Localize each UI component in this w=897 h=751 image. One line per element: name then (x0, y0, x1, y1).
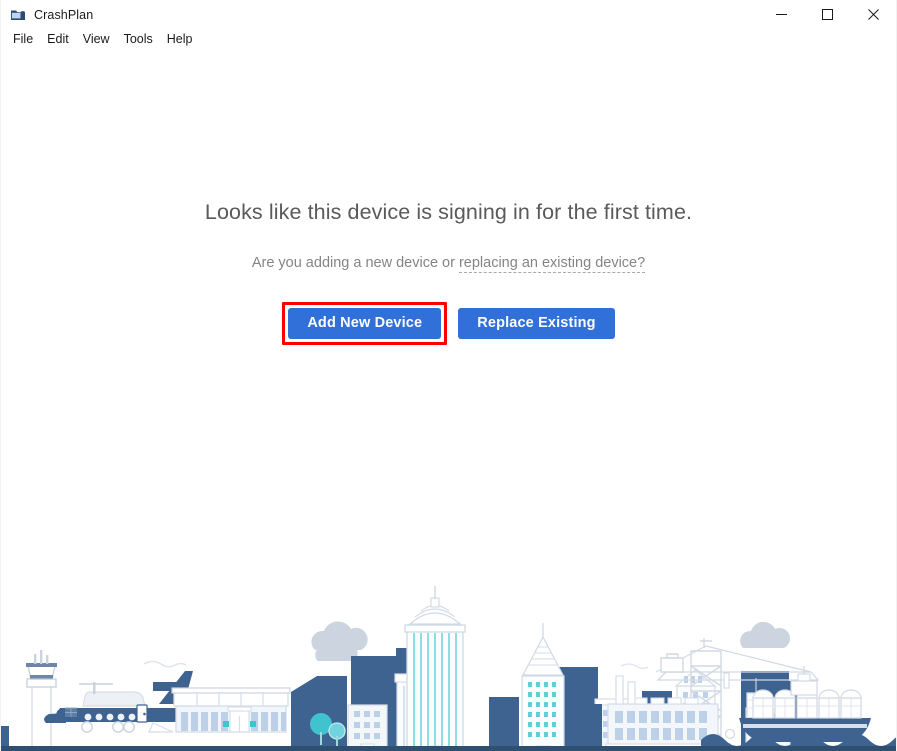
first-time-signin-panel: Looks like this device is signing in for… (1, 50, 896, 345)
action-button-row: Add New Device Replace Existing (1, 273, 896, 345)
cloud-icon (740, 622, 790, 648)
close-button[interactable] (850, 0, 896, 29)
menu-item-edit[interactable]: Edit (40, 30, 76, 49)
menu-item-file[interactable]: File (6, 30, 40, 49)
control-tower (26, 650, 57, 750)
minimize-button[interactable] (758, 0, 804, 29)
city-skyline-illustration (1, 586, 896, 751)
replacing-existing-device-link[interactable]: replacing an existing device? (459, 255, 645, 273)
cloud-icon (311, 621, 367, 650)
add-new-device-highlight: Add New Device (282, 302, 447, 345)
window-controls (758, 0, 896, 29)
ground-line (1, 746, 896, 751)
maximize-button[interactable] (804, 0, 850, 29)
menu-item-help[interactable]: Help (160, 30, 200, 49)
ground-block (593, 704, 602, 751)
menu-item-view[interactable]: View (76, 30, 117, 49)
title-bar: CrashPlan (1, 0, 896, 29)
menu-bar: File Edit View Tools Help (1, 29, 896, 50)
airport-terminal (172, 688, 290, 732)
skyscraper (405, 586, 465, 751)
menu-item-tools[interactable]: Tools (117, 30, 160, 49)
office-building (348, 705, 387, 751)
page-title: Looks like this device is signing in for… (1, 50, 896, 226)
add-new-device-button[interactable]: Add New Device (288, 308, 441, 339)
replace-existing-button[interactable]: Replace Existing (458, 308, 614, 339)
subtitle-prefix: Are you adding a new device or (252, 255, 459, 271)
app-window: CrashPlan File Edit View Tools Help Look… (0, 0, 897, 751)
page-subtitle: Are you adding a new device or replacing… (1, 226, 896, 273)
folder-icon (10, 7, 26, 23)
window-title: CrashPlan (34, 8, 93, 22)
main-content: Looks like this device is signing in for… (1, 50, 896, 751)
skyscraper (522, 623, 564, 751)
